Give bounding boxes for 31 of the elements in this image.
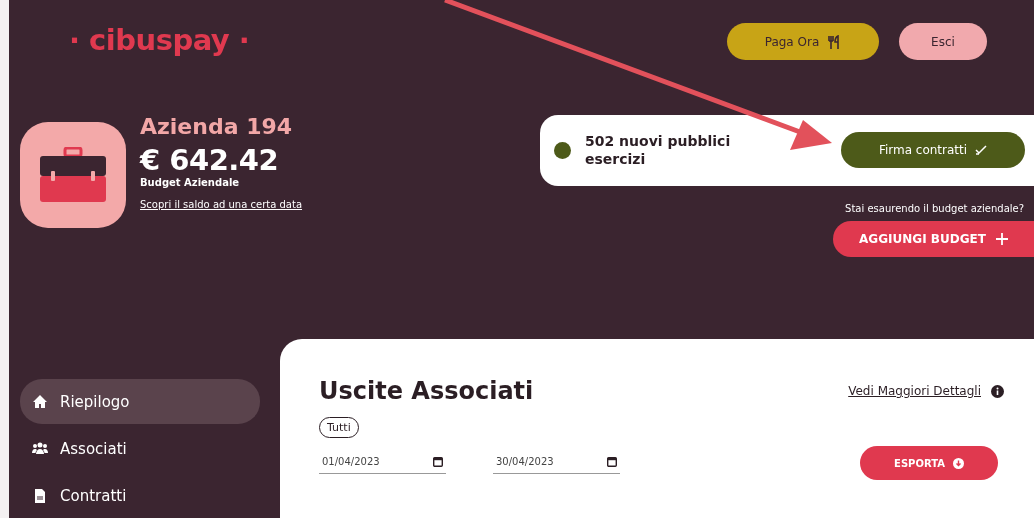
- date-field[interactable]: 01/04/2023: [319, 452, 446, 474]
- download-icon: [952, 457, 964, 469]
- add-budget-button[interactable]: AGGIUNGI BUDGET: [833, 220, 1034, 257]
- check-icon: [975, 145, 988, 156]
- briefcase-icon: [38, 146, 108, 203]
- balance-date-link[interactable]: Scopri il saldo ad una certa data: [140, 198, 303, 210]
- calendar-icon: [433, 456, 443, 467]
- section-title: Uscite Associati: [319, 377, 534, 405]
- home-icon: [32, 393, 48, 410]
- sidebar-item[interactable]: Riepilogo: [20, 379, 260, 424]
- document-icon: [32, 487, 48, 504]
- plus-icon: [995, 232, 1008, 245]
- cutlery-icon: [827, 34, 842, 49]
- users-icon: [32, 440, 48, 457]
- info-icon: [991, 384, 1004, 398]
- logout-button[interactable]: Esci: [899, 23, 987, 61]
- export-button[interactable]: ESPORTA: [860, 446, 998, 480]
- notice-text: 502 nuovi pubblici esercizi: [585, 132, 732, 169]
- pay-now-button[interactable]: Paga Ora: [727, 23, 879, 61]
- sidebar-item[interactable]: Contratti: [20, 473, 260, 518]
- details-link[interactable]: Vedi Maggiori Dettagli: [848, 384, 981, 398]
- sign-contracts-button[interactable]: Firma contratti: [841, 132, 1025, 169]
- company-name: Azienda 194: [140, 113, 294, 139]
- budget-label: Budget Aziendale: [140, 176, 241, 188]
- budget-amount: € 642.42: [140, 142, 280, 177]
- budget-hint: Stai esaurendo il budget aziendale?: [845, 202, 1024, 214]
- date-field[interactable]: 30/04/2023: [493, 452, 620, 474]
- sidebar-item[interactable]: Associati: [20, 426, 260, 471]
- status-dot: [554, 141, 571, 159]
- logo: · cibuspay ·: [69, 22, 250, 57]
- calendar-icon: [607, 456, 617, 467]
